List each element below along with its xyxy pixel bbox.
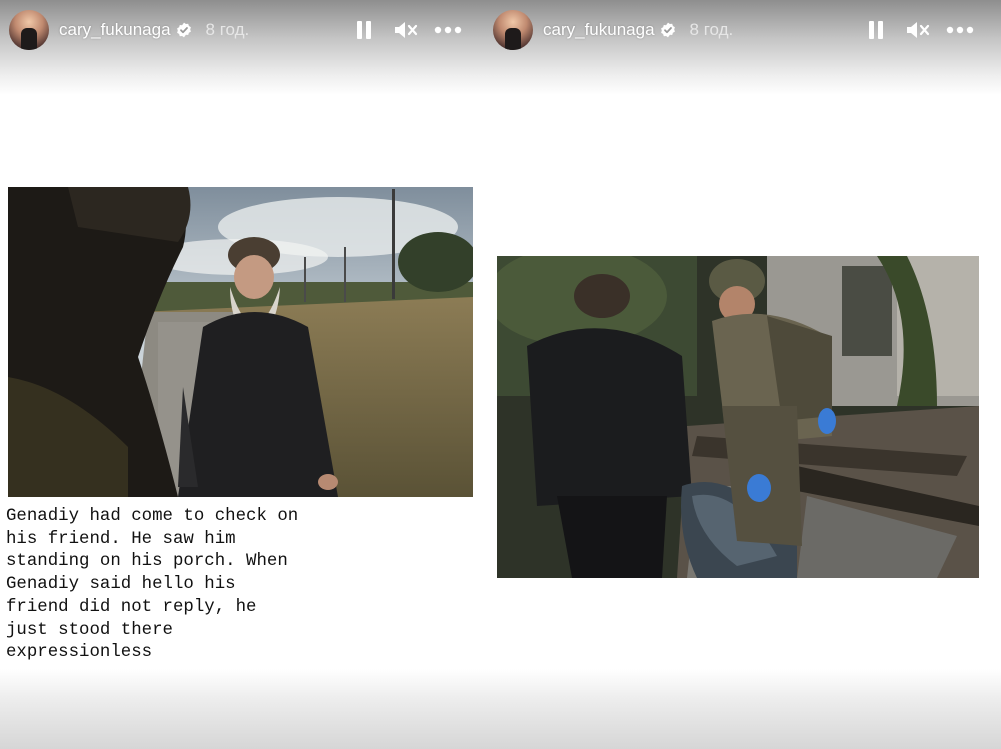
story-photo: [8, 187, 473, 497]
story-caption: Genadiy had come to check on his friend.…: [6, 507, 299, 663]
soldier-photo: [497, 256, 979, 578]
more-options-button[interactable]: [944, 14, 976, 46]
story-panel-right[interactable]: cary_fukunaga 8 год.: [484, 0, 1001, 749]
mute-button[interactable]: [390, 14, 422, 46]
verified-badge-icon: [176, 22, 192, 38]
mute-button[interactable]: [902, 14, 934, 46]
story-photo: [497, 256, 979, 578]
verified-badge-icon: [660, 22, 676, 38]
username[interactable]: cary_fukunaga: [59, 20, 171, 40]
bottom-gradient: [0, 669, 484, 749]
pause-button[interactable]: [348, 14, 380, 46]
mute-icon: [395, 22, 418, 38]
more-icon: [434, 26, 462, 34]
story-controls: [850, 14, 976, 46]
post-time: 8 год.: [689, 20, 734, 39]
pause-icon: [869, 21, 883, 39]
bottom-gradient: [484, 669, 1001, 749]
post-time: 8 год.: [205, 20, 250, 39]
more-options-button[interactable]: [432, 14, 464, 46]
story-panel-left[interactable]: cary_fukunaga 8 год. Genadiy had come to…: [0, 0, 484, 749]
pause-button[interactable]: [860, 14, 892, 46]
avatar[interactable]: [9, 10, 49, 50]
avatar[interactable]: [493, 10, 533, 50]
more-icon: [946, 26, 974, 34]
story-controls: [338, 14, 464, 46]
pause-icon: [357, 21, 371, 39]
username[interactable]: cary_fukunaga: [543, 20, 655, 40]
mute-icon: [907, 22, 930, 38]
priest-photo: [8, 187, 473, 497]
